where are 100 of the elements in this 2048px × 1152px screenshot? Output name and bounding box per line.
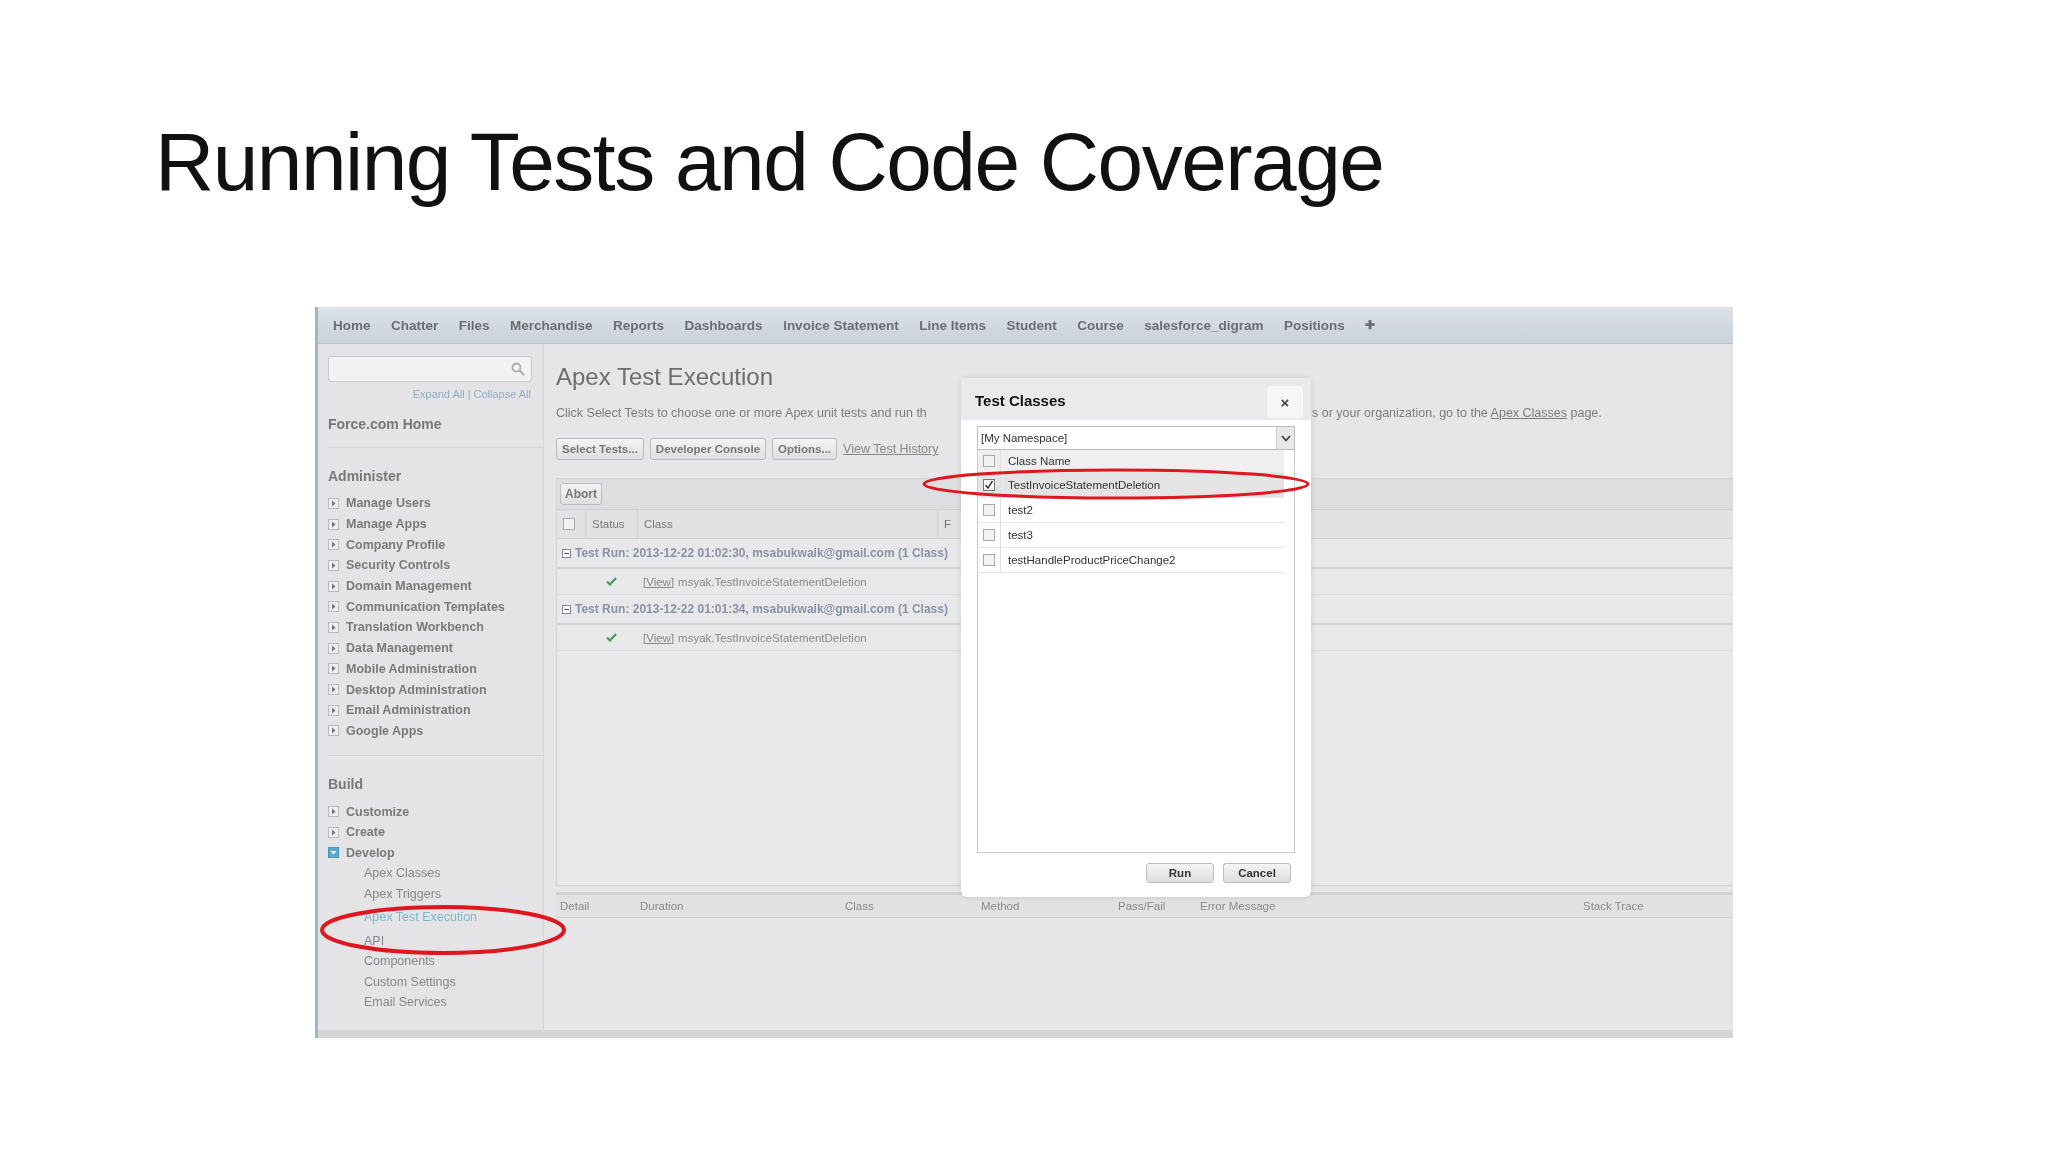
nav-tab[interactable]: Invoice Statement	[783, 317, 899, 333]
nav-tab[interactable]: Chatter	[391, 317, 439, 333]
sidebar-item[interactable]: Customize	[346, 804, 410, 819]
dialog-title: Test Classes	[975, 392, 1066, 409]
nav-tab[interactable]: Student	[1006, 317, 1057, 333]
expand-icon[interactable]	[328, 621, 339, 633]
action-button[interactable]: Select Tests...	[556, 438, 644, 460]
add-tab-button[interactable]: ✚	[1365, 318, 1376, 332]
namespace-dropdown[interactable]: [My Namespace]	[977, 426, 1295, 450]
expand-icon[interactable]	[328, 642, 339, 654]
sidebar-item[interactable]: Mobile Administration	[346, 661, 477, 676]
apex-classes-link[interactable]: Apex Classes	[1490, 406, 1568, 420]
search-icon	[511, 362, 525, 376]
description-text: s or your organization, go to the Apex Classes page.	[1312, 406, 1602, 420]
column-header[interactable]: F	[937, 510, 952, 538]
sidebar-subitem[interactable]: Apex Test Execution	[328, 907, 478, 928]
sidebar-item[interactable]: Domain Management	[346, 579, 472, 594]
view-link[interactable]: [View]	[643, 631, 675, 644]
checkbox[interactable]	[983, 479, 995, 491]
page-title: Apex Test Execution	[556, 362, 775, 392]
dialog-button[interactable]: Cancel	[1223, 863, 1291, 883]
section-heading: Build	[328, 776, 364, 793]
sidebar-item[interactable]: Data Management	[346, 641, 453, 656]
collapse-icon[interactable]	[328, 847, 339, 859]
column-header[interactable]: Error Message	[1196, 900, 1579, 912]
sidebar-subitem[interactable]: Email Services	[328, 992, 447, 1013]
expand-all-link[interactable]: Expand All	[412, 388, 465, 400]
nav-tab[interactable]: salesforce_digram	[1144, 317, 1264, 333]
sidebar-subitem[interactable]: Custom Settings	[328, 971, 456, 993]
sidebar-item[interactable]: Desktop Administration	[346, 682, 487, 697]
description-text: Click Select Tests to choose one or more Apex unit tests and run th	[556, 406, 928, 420]
history-link[interactable]: View Test History	[843, 442, 939, 456]
column-header[interactable]: Stack Trace	[1579, 900, 1733, 912]
nav-tab[interactable]: Merchandise	[510, 317, 593, 333]
caret-icon	[1280, 434, 1291, 442]
sidebar-item[interactable]: Translation Workbench	[346, 620, 484, 635]
sidebar-item[interactable]: Google Apps	[346, 723, 424, 738]
dialog-button[interactable]: Run	[1146, 863, 1214, 883]
sidebar-subitem[interactable]: Components	[328, 951, 435, 972]
sidebar-subitem[interactable]: Apex Classes	[328, 863, 441, 884]
class-name: test2	[1007, 504, 1033, 516]
column-header[interactable]: Class	[637, 510, 937, 538]
nav-tab[interactable]: Home	[333, 317, 371, 333]
section-heading: Administer	[328, 468, 403, 484]
nav-tab[interactable]: Line Items	[919, 317, 986, 333]
expand-icon[interactable]	[328, 580, 339, 592]
close-button[interactable]: ×	[1267, 386, 1303, 418]
expand-icon[interactable]	[328, 725, 339, 737]
action-button[interactable]: Developer Console	[649, 438, 767, 460]
column-header[interactable]: Class	[841, 900, 977, 912]
view-link[interactable]: [View]	[643, 575, 675, 588]
expand-icon[interactable]	[328, 806, 339, 818]
checkbox[interactable]	[563, 518, 575, 530]
nav-tab[interactable]: Positions	[1284, 317, 1345, 333]
expand-icon[interactable]	[328, 684, 339, 696]
column-header[interactable]: Pass/Fail	[1114, 900, 1196, 912]
checkbox[interactable]	[983, 529, 995, 541]
expand-icon[interactable]	[328, 601, 339, 613]
class-name: msyak.TestInvoiceStatementDeletion	[678, 631, 867, 644]
checkbox[interactable]	[983, 554, 995, 566]
column-header[interactable]: Duration	[636, 900, 841, 912]
expand-icon[interactable]	[328, 518, 339, 530]
sidebar-subitem[interactable]: API	[328, 930, 385, 952]
class-name: testHandleProductPriceChange2	[1007, 554, 1176, 566]
column-header[interactable]: Class Name	[1001, 455, 1071, 467]
search-field[interactable]	[328, 356, 532, 382]
action-button[interactable]: Options...	[772, 438, 838, 460]
class-name: TestInvoiceStatementDeletion	[1007, 479, 1161, 491]
separator: |	[467, 388, 471, 400]
sidebar-subitem[interactable]: Apex Triggers	[328, 883, 442, 905]
sidebar-item[interactable]: Communication Templates	[346, 599, 505, 614]
sidebar-item[interactable]: Manage Apps	[346, 517, 427, 532]
expand-icon[interactable]	[328, 663, 339, 675]
nav-tab[interactable]: Files	[458, 317, 490, 333]
nav-tab[interactable]: Reports	[613, 317, 665, 333]
sidebar-heading[interactable]: Force.com Home	[328, 416, 543, 448]
expand-icon[interactable]	[328, 497, 339, 509]
sidebar-item[interactable]: Manage Users	[346, 496, 431, 511]
sidebar-item[interactable]: Email Administration	[346, 703, 471, 718]
expand-icon[interactable]	[328, 704, 339, 716]
column-header[interactable]: Status	[585, 510, 637, 538]
column-header[interactable]: Method	[977, 900, 1114, 912]
nav-tab[interactable]: Course	[1077, 317, 1124, 333]
class-name: msyak.TestInvoiceStatementDeletion	[678, 575, 867, 588]
expand-icon[interactable]	[328, 559, 339, 571]
collapse-all-link[interactable]: Collapse All	[473, 388, 531, 400]
sidebar-item[interactable]: Company Profile	[346, 537, 446, 552]
collapse-icon[interactable]	[562, 548, 571, 558]
column-header[interactable]: Detail	[556, 900, 636, 912]
nav-tab[interactable]: Dashboards	[684, 317, 763, 333]
expand-icon[interactable]	[328, 826, 339, 838]
sidebar-item[interactable]: Create	[346, 825, 385, 840]
checkbox[interactable]	[983, 504, 995, 516]
sidebar-item[interactable]: Develop	[346, 845, 395, 860]
collapse-icon[interactable]	[562, 604, 571, 614]
class-name: test3	[1007, 529, 1033, 541]
abort-button[interactable]: Abort	[560, 483, 602, 505]
checkbox[interactable]	[983, 455, 995, 467]
sidebar-item[interactable]: Security Controls	[346, 558, 451, 573]
expand-icon[interactable]	[328, 539, 339, 551]
